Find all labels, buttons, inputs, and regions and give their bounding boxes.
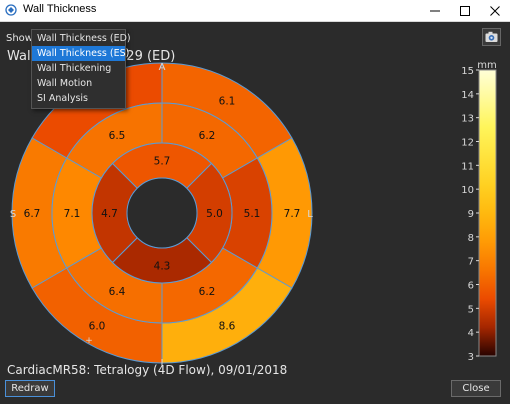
colorbar-tick-label: 9 [468,209,474,220]
segment-value-label: 6.5 [109,130,126,142]
colorbar-tick-label: 8 [468,233,474,244]
segment-value-label: 6.1 [219,95,236,107]
dropdown-option-si-analysis[interactable]: SI Analysis [32,91,125,106]
segment-value-label: 6.7 [24,208,41,220]
segment-value-label: 5.7 [154,156,171,168]
colorbar-tick-label: 13 [461,114,474,125]
study-caption: CardiacMR58: Tetralogy (4D Flow), 09/01/… [7,363,288,377]
colorbar-tick-label: 12 [461,138,474,149]
orientation-label-right: L [307,209,313,220]
segment-value-label: 4.3 [154,261,171,273]
dropdown-option-wall-thickness-ed[interactable]: Wall Thickness (ED) [32,31,131,46]
orientation-label-top: A [159,62,166,73]
redraw-button[interactable]: Redraw [5,380,55,397]
orientation-label-left: S [10,209,16,220]
plus-marker: + [85,336,93,346]
colorbar-tick-label: 10 [461,185,474,196]
colorbar-tick-label: 6 [468,281,474,292]
segment-value-label: 5.0 [206,208,223,220]
colorbar-unit-label: mm [477,60,496,71]
colorbar [478,69,497,357]
colorbar-tick-label: 7 [468,257,474,268]
dropdown-option-wall-motion[interactable]: Wall Motion [32,76,125,91]
colorbar-tick-label: 11 [461,161,474,172]
dropdown-option-wall-thickening[interactable]: Wall Thickening [32,61,125,76]
segment-value-label: 7.1 [64,208,81,220]
show-dropdown-list[interactable]: Wall Thickness (ED) Wall Thickness (ES) … [31,29,131,109]
dropdown-option-wall-thickness-es[interactable]: Wall Thickness (ES) [32,46,129,61]
segment-value-label: 6.4 [109,286,126,298]
colorbar-tick-label: 15 [461,66,474,77]
segment-value-label: 5.1 [244,208,261,220]
colorbar-tick-label: 14 [461,90,474,101]
segment-value-label: 4.7 [101,208,118,220]
segment-value-label: 6.0 [89,321,106,333]
segment-value-label: 8.6 [219,321,236,333]
colorbar-tick-label: 3 [468,352,474,363]
bullseye-center-hole [126,177,198,249]
colorbar-tick-label: 4 [468,328,474,339]
segment-value-label: 6.2 [199,286,216,298]
colorbar-tick-label: 5 [468,304,474,315]
segment-value-label: 7.7 [284,208,301,220]
segment-value-label: 6.2 [199,130,216,142]
close-button[interactable]: Close [451,380,501,397]
